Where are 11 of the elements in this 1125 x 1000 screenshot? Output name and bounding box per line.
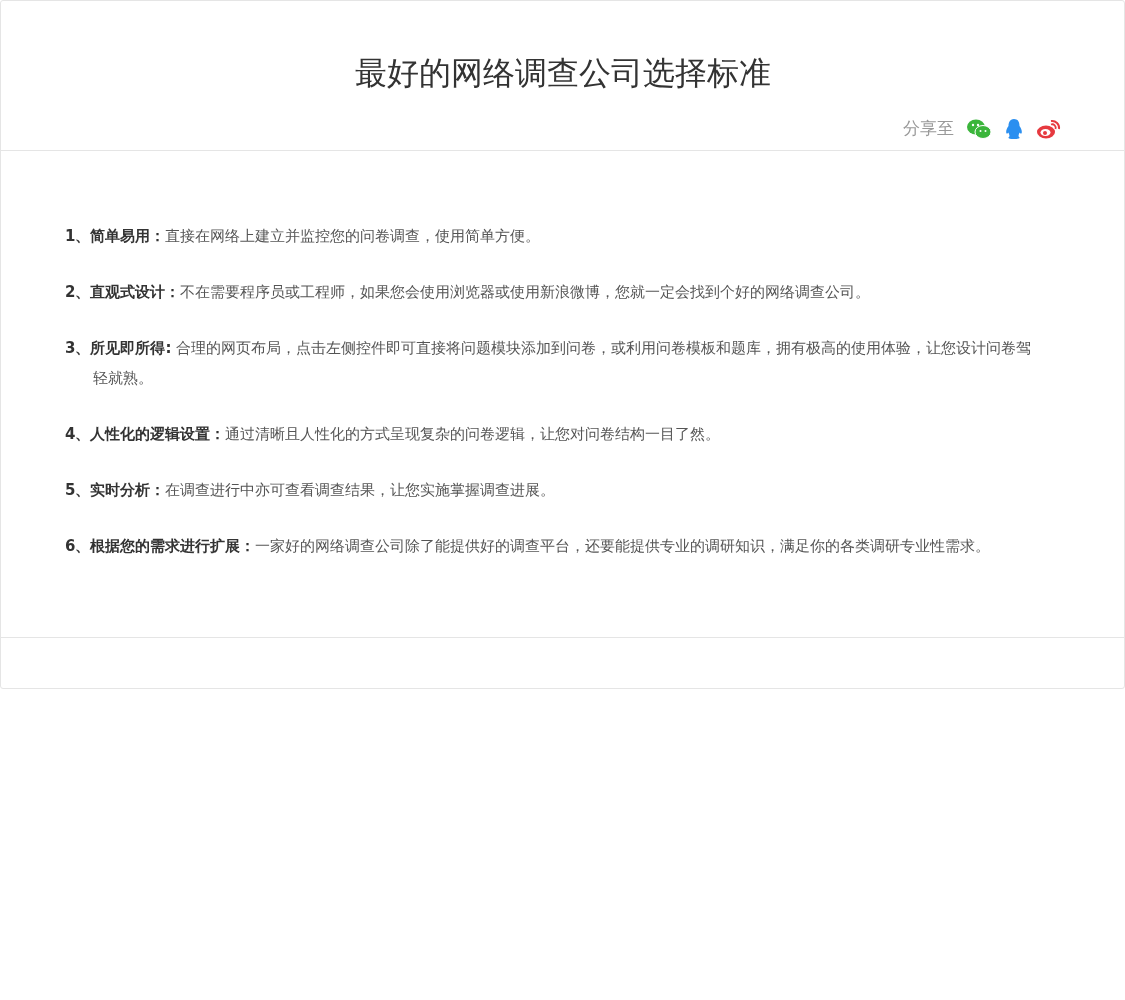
feature-paragraph: 2、直观式设计：不在需要程序员或工程师，如果您会使用浏览器或使用新浪微博，您就一定会找到个好的网络调查公司。 <box>65 282 872 303</box>
feature-paragraph: 4、人性化的逻辑设置：通过清晰且人性化的方式呈现复杂的问卷逻辑，让您对问卷结构一目了然。 <box>65 424 722 445</box>
penguin-icon[interactable] <box>1004 117 1024 140</box>
article-title: 最好的网络调查公司选择标准 <box>353 53 772 94</box>
feature-paragraph: 6、根据您的需求进行扩展：一家好的网络调查公司除了能提供好的调查平台，还要能提供专业的调研知识，满足你的各类调研专业性需求。 <box>65 536 992 557</box>
share-label: 分享至 <box>903 117 954 140</box>
eye-swirl-icon[interactable] <box>1036 117 1062 140</box>
chat-bubbles-icon[interactable] <box>966 117 992 140</box>
feature-paragraph: 5、实时分析：在调查进行中亦可查看调查结果，让您实施掌握调查进展。 <box>65 480 557 501</box>
feature-paragraph: 3、所见即所得: 合理的网页布局，点击左侧控件即可直接将问题模块添加到问卷，或利用问卷模板和题库，拥有极高的使用体验，让您设计问卷驾轻就熟。 <box>65 338 1033 389</box>
feature-paragraph: 1、简单易用：直接在网络上建立并监控您的问卷调查，使用简单方便。 <box>65 226 542 247</box>
